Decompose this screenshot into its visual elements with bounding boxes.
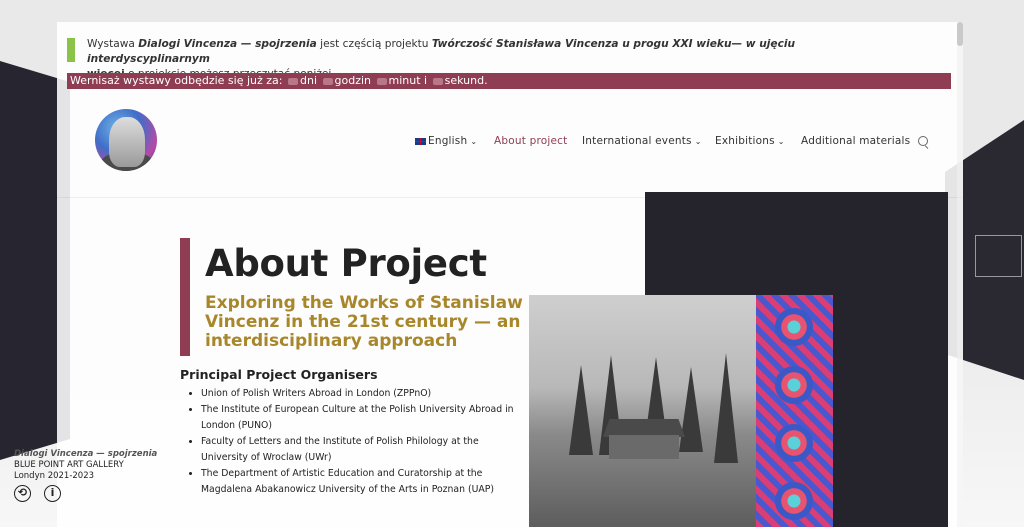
reset-view-icon[interactable]: ⟲	[14, 485, 31, 502]
nav-label: Additional materials	[801, 135, 911, 147]
chevron-down-icon: ⌄	[470, 137, 478, 146]
list-item: Union of Polish Writers Abroad in London…	[201, 386, 519, 402]
notice-text: Wystawa	[87, 38, 139, 50]
nav-label: English	[428, 135, 468, 147]
uk-flag-icon	[415, 137, 426, 145]
nav-item-exhibitions[interactable]: Exhibitions ⌄	[715, 135, 785, 147]
nav-label: Exhibitions	[715, 135, 775, 147]
gallery-caption: Dialogi Vincenza — spojrzenia BLUE POINT…	[14, 449, 157, 482]
web-page: Wystawa Dialogi Vincenza — spojrzenia je…	[57, 22, 963, 527]
countdown-hours-label: godzin	[334, 74, 372, 87]
countdown-days-label: dni	[300, 74, 318, 87]
caption-gallery-name: BLUE POINT ART GALLERY	[14, 460, 124, 470]
chevron-down-icon: ⌄	[777, 137, 785, 146]
page-scroll-thumb[interactable]	[957, 22, 963, 46]
embroidery-pattern-image	[756, 295, 833, 527]
nav-item-about-project[interactable]: About project	[494, 135, 567, 147]
organisers-list: Union of Polish Writers Abroad in London…	[185, 386, 519, 498]
countdown-seconds-label: sekund.	[444, 74, 488, 87]
nav-item-international-events[interactable]: International events ⌄	[582, 135, 702, 147]
photo-tree	[569, 365, 593, 455]
logo-portrait-face	[109, 117, 145, 167]
caption-title: Dialogi Vincenza — spojrzenia	[14, 449, 158, 459]
embroidery-motif	[772, 305, 816, 349]
countdown-lead: Wernisaż wystawy odbędzie się już za:	[70, 74, 283, 87]
title-accent-bar	[180, 238, 190, 356]
list-item: Faculty of Letters and the Institute of …	[201, 434, 519, 466]
site-logo[interactable]	[95, 109, 157, 171]
nav-label: About project	[494, 135, 568, 147]
info-icon[interactable]: i	[44, 485, 61, 502]
list-item: The Department of Artistic Education and…	[201, 466, 519, 498]
countdown-days-value	[288, 77, 299, 85]
page-scrollbar[interactable]	[957, 22, 963, 527]
page-title: About Project	[205, 242, 487, 285]
photo-tree	[714, 353, 738, 463]
search-icon[interactable]	[918, 136, 928, 146]
countdown-bar: Wernisaż wystawy odbędzie się już za: dn…	[67, 73, 951, 89]
page-subtitle: Exploring the Works of Stanislaw Vincenz…	[205, 293, 523, 351]
nav-item-additional-materials[interactable]: Additional materials	[801, 135, 910, 147]
caption-location-dates: Londyn 2021-2023	[14, 471, 95, 481]
countdown-minutes-label: minut i	[388, 74, 428, 87]
countdown-hours-value	[322, 77, 333, 85]
embroidery-motif	[772, 421, 816, 465]
countdown-seconds-value	[432, 77, 443, 85]
list-item: The Institute of European Culture at the…	[201, 402, 519, 434]
photo-tree	[679, 367, 703, 452]
chevron-down-icon: ⌄	[694, 137, 702, 146]
notice-text: jest częścią projektu	[316, 38, 432, 50]
embroidery-motif	[772, 479, 816, 523]
nav-item-english[interactable]: English ⌄	[415, 135, 477, 147]
notice-exhibition-title: Dialogi Vincenza — spojrzenia	[138, 38, 317, 50]
nav-label: International events	[582, 135, 692, 147]
gallery-frame	[975, 235, 1022, 277]
photo-hut	[609, 435, 679, 459]
countdown-minutes-value	[376, 77, 387, 85]
embroidery-motif	[772, 363, 816, 407]
organisers-heading: Principal Project Organisers	[180, 367, 378, 382]
mountain-hut-photo	[529, 295, 759, 527]
